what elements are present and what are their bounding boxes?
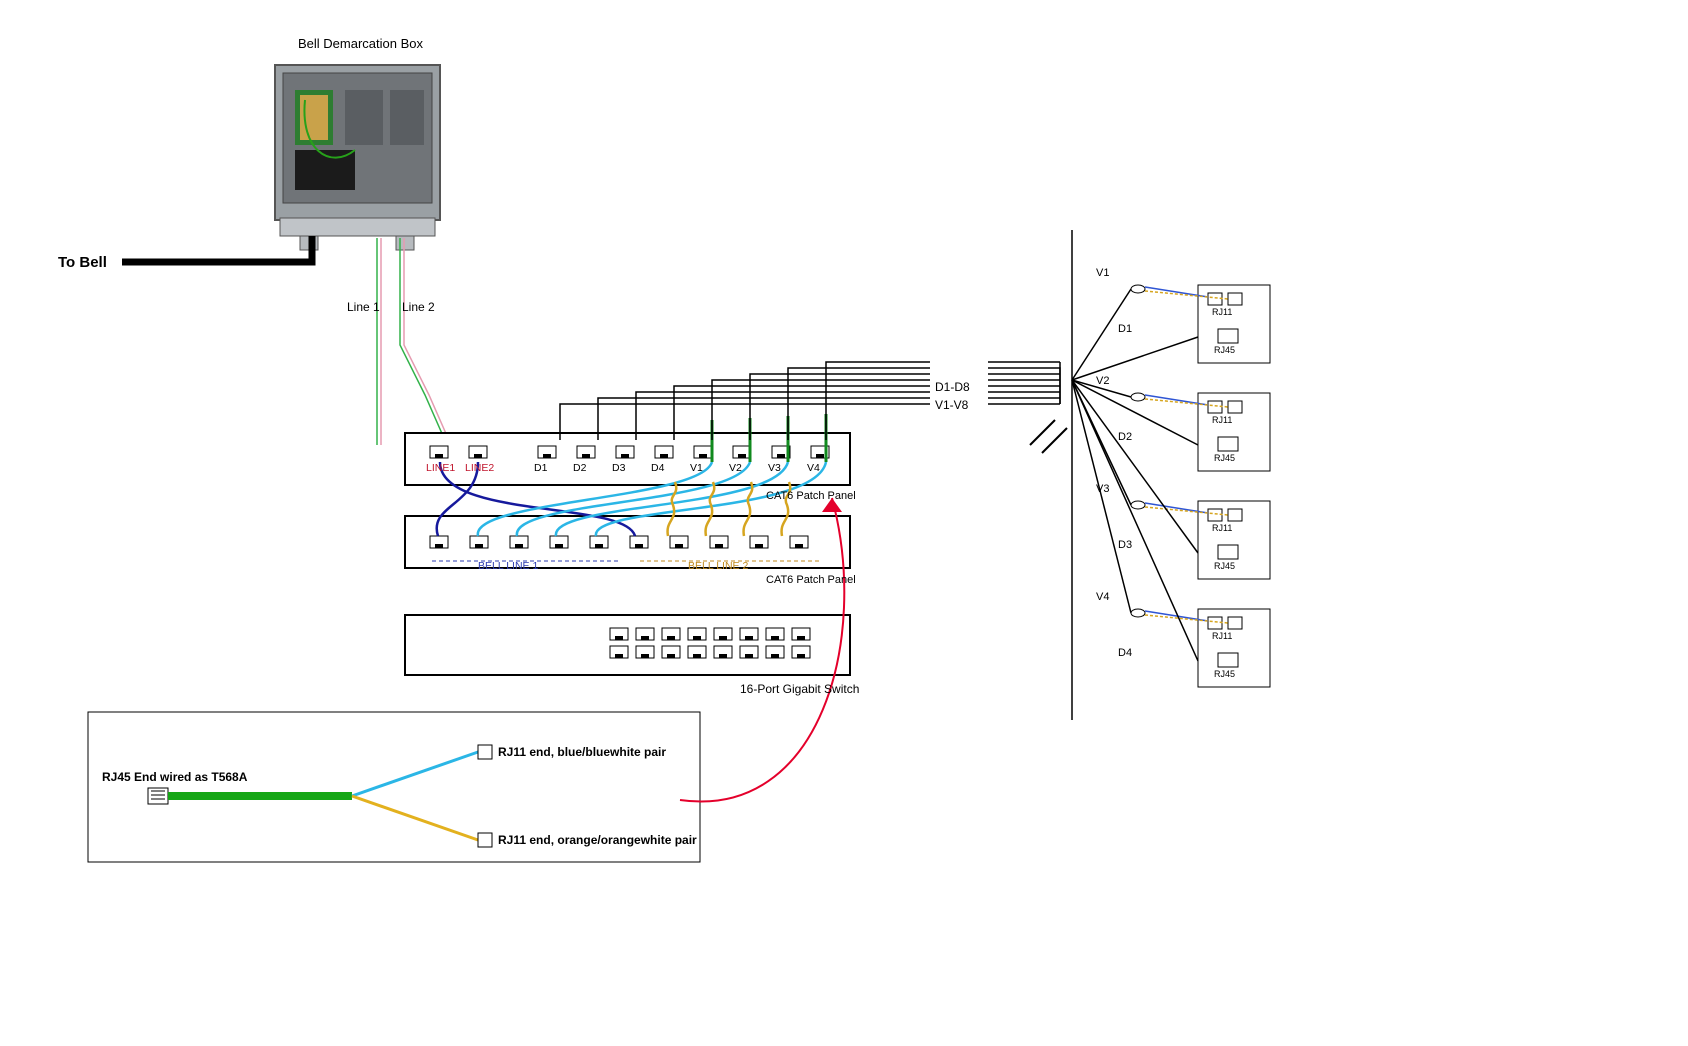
top-port-label: V3 [768, 462, 781, 474]
wall-d-label: D2 [1118, 431, 1132, 443]
rj45-label: RJ45 [1214, 345, 1235, 355]
top-port-label: V1 [690, 462, 703, 474]
top-port-label: D3 [612, 462, 625, 474]
bus-d: D1-D8 [935, 380, 970, 394]
rj11-label: RJ11 [1212, 307, 1232, 317]
panel2-label: CAT6 Patch Panel [766, 574, 856, 586]
rj11-label: RJ11 [1212, 523, 1232, 533]
rj11-label: RJ11 [1212, 415, 1232, 425]
top-port-label: D2 [573, 462, 586, 474]
line-pairs [377, 238, 451, 445]
gigabit-switch [405, 615, 850, 675]
wall-d-label: D4 [1118, 647, 1132, 659]
wall-v-label: V4 [1096, 591, 1109, 603]
panel1-label: CAT6 Patch Panel [766, 490, 856, 502]
bus-v: V1-V8 [935, 398, 968, 412]
switch-label: 16-Port Gigabit Switch [740, 682, 859, 696]
top-port-label: V4 [807, 462, 820, 474]
bell-line1: BELL LINE 1 [478, 560, 538, 572]
to-bell-label: To Bell [58, 254, 107, 271]
legend-rj45: RJ45 End wired as T568A [102, 770, 247, 784]
top-port-label: V2 [729, 462, 742, 474]
line1-label: Line 1 [347, 300, 380, 314]
diagram-stage: Bell Demarcation Box To Bell Line 1 Line… [0, 0, 1688, 1046]
rj45-label: RJ45 [1214, 669, 1235, 679]
demarcation-box [122, 65, 440, 262]
top-port-label: D1 [534, 462, 547, 474]
top-port-label: LINE2 [465, 462, 494, 474]
cable-bus [560, 362, 1060, 440]
line2-label: Line 2 [402, 300, 435, 314]
rj45-label: RJ45 [1214, 453, 1235, 463]
rj11-label: RJ11 [1212, 631, 1232, 641]
title: Bell Demarcation Box [298, 36, 423, 51]
wall-v-label: V2 [1096, 375, 1109, 387]
wall-v-label: V3 [1096, 483, 1109, 495]
top-port-label: LINE1 [426, 462, 455, 474]
top-port-label: D4 [651, 462, 664, 474]
bell-line2: BELL LINE 2 [688, 560, 748, 572]
patch-panel-top [405, 433, 850, 485]
wall-d-label: D3 [1118, 539, 1132, 551]
rj45-label: RJ45 [1214, 561, 1235, 571]
legend-rj11b: RJ11 end, orange/orangewhite pair [498, 833, 697, 847]
legend-rj11a: RJ11 end, blue/bluewhite pair [498, 745, 666, 759]
wall-d-label: D1 [1118, 323, 1132, 335]
wall-v-label: V1 [1096, 267, 1109, 279]
